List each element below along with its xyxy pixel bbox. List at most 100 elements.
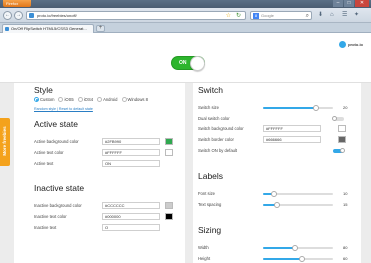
new-tab-button[interactable]: +	[96, 25, 105, 32]
radio-icon	[77, 97, 83, 103]
address-bar[interactable]: proto.io/freebies/onoff/ ☆ ↻	[26, 11, 246, 20]
switch-border-swatch[interactable]	[338, 136, 346, 143]
page-content: proto.io ON More freebies Style Custom i…	[0, 33, 371, 263]
more-freebies-tab[interactable]: More freebies	[0, 118, 10, 166]
style-option-custom[interactable]: Custom	[34, 97, 55, 103]
slider-fill	[263, 107, 316, 109]
switch-bg-color-input[interactable]: #FFFFFF	[263, 125, 321, 132]
height-label: Height	[198, 256, 211, 261]
text-spacing-value: 15	[343, 202, 348, 207]
style-links[interactable]: Random style | Reset to default state	[34, 107, 93, 111]
style-option-label: Android	[103, 97, 118, 102]
slider-handle[interactable]	[298, 256, 305, 262]
navigation-bar: ← → proto.io/freebies/onoff/ ☆ ↻ 8 Googl…	[0, 8, 371, 23]
tab-strip: On/Off FlipSwitch HTML5/CSS3 Generat... …	[0, 23, 371, 33]
style-option-label: iOS5	[64, 97, 74, 102]
toggle-knob	[340, 148, 345, 153]
slider-handle[interactable]	[312, 105, 319, 111]
switch-default-on-label: Switch ON by default	[198, 148, 238, 153]
height-slider[interactable]	[263, 256, 333, 262]
font-size-label: Font size	[198, 191, 215, 196]
active-text-label: Active text	[34, 161, 54, 166]
style-option-label: Windows 8	[127, 97, 148, 102]
search-icon[interactable]: ⌕	[306, 12, 309, 20]
text-spacing-label: Text spacing	[198, 202, 222, 207]
style-options: Custom iOS5 iOS4 Android Windows 8	[34, 97, 148, 103]
bookmark-star-icon[interactable]: ☆	[226, 12, 231, 20]
text-spacing-slider[interactable]	[263, 202, 333, 208]
inactive-text-swatch[interactable]	[165, 213, 173, 220]
right-settings-panel: Switch Switch size 20 Dual switch color …	[193, 83, 361, 263]
tab-onoff-generator[interactable]: On/Off FlipSwitch HTML5/CSS3 Generat...	[2, 24, 94, 33]
bookmarks-icon[interactable]: ☰	[342, 12, 347, 19]
brand-logo[interactable]: proto.io	[339, 41, 363, 48]
inactive-bg-input[interactable]: #CCCCCC	[102, 202, 160, 209]
preview-switch[interactable]: ON	[171, 56, 205, 71]
inactive-state-heading: Inactive state	[34, 183, 85, 193]
addon-icon[interactable]: ✦	[354, 12, 359, 19]
active-text-color-input[interactable]: #FFFFFF	[102, 149, 160, 156]
maximize-button[interactable]: □	[344, 0, 354, 7]
switch-bg-swatch[interactable]	[338, 125, 346, 132]
radio-icon	[121, 97, 127, 103]
font-size-slider[interactable]	[263, 191, 333, 197]
switch-size-label: Switch size	[198, 105, 219, 110]
dual-color-toggle[interactable]	[332, 116, 344, 121]
height-value: 60	[343, 256, 348, 261]
toggle-knob	[332, 116, 337, 121]
inactive-bg-swatch[interactable]	[165, 202, 173, 209]
style-option-label: Custom	[40, 97, 55, 102]
active-state-heading: Active state	[34, 119, 78, 129]
preview-switch-label: ON	[179, 60, 187, 66]
browser-titlebar: Firefox – □ ✕	[0, 0, 371, 8]
width-value: 80	[343, 245, 348, 250]
brand-name: proto.io	[348, 42, 363, 47]
site-identity-icon[interactable]	[29, 13, 34, 18]
active-text-swatch[interactable]	[165, 149, 173, 156]
active-bg-swatch[interactable]	[165, 138, 173, 145]
window-controls: – □ ✕	[333, 0, 369, 7]
slider-handle[interactable]	[274, 202, 280, 208]
font-size-value: 10	[343, 191, 348, 196]
inactive-bg-label: Inactive background color	[34, 203, 82, 208]
inactive-text-input[interactable]: O	[102, 224, 160, 231]
tab-favicon-icon	[5, 27, 9, 31]
default-on-toggle[interactable]	[333, 148, 345, 153]
switch-bg-color-label: Switch background color	[198, 126, 244, 131]
radio-icon	[97, 97, 103, 103]
firefox-menu-button[interactable]: Firefox	[3, 0, 31, 7]
style-option-label: iOS4	[83, 97, 94, 102]
style-option-ios4[interactable]: iOS4	[77, 97, 94, 103]
close-window-button[interactable]: ✕	[355, 0, 369, 7]
labels-heading: Labels	[198, 171, 224, 181]
style-option-ios5[interactable]: iOS5	[58, 97, 74, 103]
slider-handle[interactable]	[270, 191, 277, 197]
style-option-windows8[interactable]: Windows 8	[121, 97, 148, 103]
minimize-button[interactable]: –	[333, 0, 343, 7]
width-label: Width	[198, 245, 209, 250]
inactive-text-color-input[interactable]: #000000	[102, 213, 160, 220]
style-option-android[interactable]: Android	[97, 97, 118, 103]
reload-icon[interactable]: ↻	[236, 12, 241, 20]
left-settings-panel: Style Custom iOS5 iOS4 Android Windows 8…	[14, 83, 185, 263]
page-header: proto.io ON	[0, 33, 371, 83]
preview-switch-knob[interactable]	[190, 56, 205, 71]
switch-border-color-label: Switch border color	[198, 137, 234, 142]
active-text-input[interactable]: ON	[102, 160, 160, 167]
home-icon[interactable]: ⌂	[330, 12, 334, 19]
forward-button[interactable]: →	[14, 11, 23, 20]
search-engine-icon[interactable]: 8	[253, 13, 259, 19]
downloads-icon[interactable]: ⬇	[318, 12, 323, 19]
slider-handle[interactable]	[291, 245, 298, 251]
sizing-heading: Sizing	[198, 225, 222, 235]
dual-color-label: Dual switch color	[198, 116, 230, 121]
back-button[interactable]: ←	[3, 11, 12, 20]
slider-fill	[263, 258, 302, 260]
switch-size-slider[interactable]	[263, 105, 333, 111]
active-bg-input[interactable]: #2FB990	[102, 138, 160, 145]
width-slider[interactable]	[263, 245, 333, 251]
switch-border-color-input[interactable]: #666666	[263, 136, 321, 143]
tab-title: On/Off FlipSwitch HTML5/CSS3 Generat...	[11, 26, 87, 31]
search-input[interactable]: 8 Google ⌕	[250, 11, 312, 20]
style-heading: Style	[34, 85, 53, 95]
